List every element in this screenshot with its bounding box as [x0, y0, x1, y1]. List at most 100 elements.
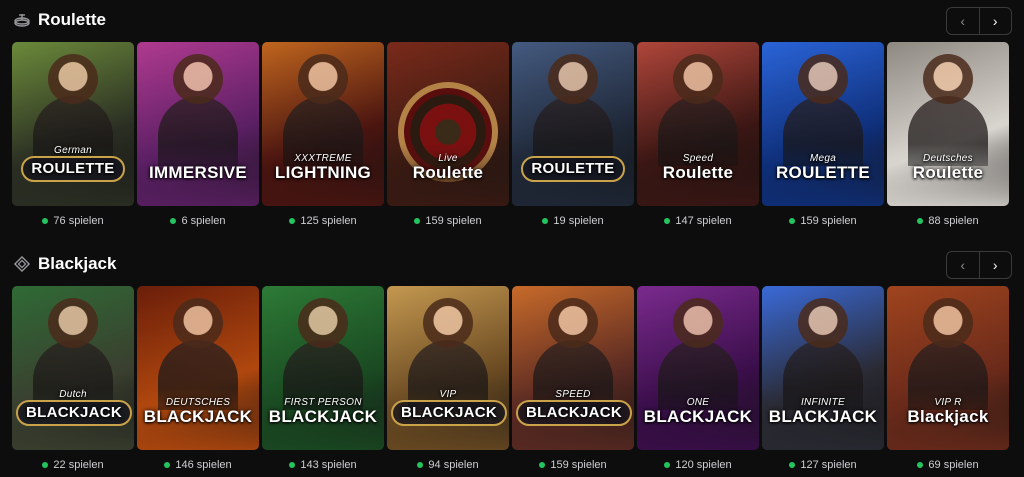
live-dot-icon: [414, 218, 421, 224]
live-dot-icon: [170, 218, 177, 224]
game-tile[interactable]: ONE BLACKJACK 120 spielen: [637, 286, 759, 472]
live-dot-icon: [289, 218, 296, 224]
player-count-label: 127 spielen: [800, 459, 857, 471]
game-logo: Dutch BLACKJACK: [16, 388, 133, 426]
game-thumbnail[interactable]: INFINITE BLACKJACK: [762, 286, 884, 450]
game-tile[interactable]: FIRST PERSON BLACKJACK 143 spielen: [262, 286, 384, 472]
section-title: Roulette: [38, 10, 106, 29]
game-tile[interactable]: XXXTREME LIGHTNING 125 spielen: [262, 42, 384, 228]
player-count-label: 6 spielen: [181, 215, 226, 227]
game-thumbnail[interactable]: IMMERSIVE: [137, 42, 259, 206]
player-count-label: 143 spielen: [300, 459, 357, 471]
game-logo-main: ROULETTE: [775, 163, 870, 183]
game-logo-sub: German: [54, 144, 92, 156]
game-thumbnail[interactable]: Speed Roulette: [637, 42, 759, 206]
dealer-avatar: [423, 298, 473, 348]
game-thumbnail[interactable]: ROULETTE: [512, 42, 634, 206]
dealer-avatar: [548, 298, 598, 348]
game-logo-main: LIGHTNING: [274, 163, 372, 183]
game-tile[interactable]: German ROULETTE 76 spielen: [12, 42, 134, 228]
game-tile[interactable]: IMMERSIVE 6 spielen: [137, 42, 259, 228]
live-dot-icon: [539, 462, 546, 468]
section-header: Roulette ‹ ›: [0, 0, 1024, 40]
game-thumbnail[interactable]: Mega ROULETTE: [762, 42, 884, 206]
player-count: 69 spielen: [887, 458, 1009, 472]
game-logo-main: ROULETTE: [21, 156, 125, 182]
player-count-label: 94 spielen: [428, 459, 479, 471]
player-count-label: 76 spielen: [53, 215, 104, 227]
dealer-avatar: [173, 298, 223, 348]
next-button[interactable]: ›: [978, 252, 1012, 278]
live-dot-icon: [664, 218, 671, 224]
game-tile[interactable]: Live Roulette 159 spielen: [387, 42, 509, 228]
live-dot-icon: [42, 218, 49, 224]
game-logo-main: BLACKJACK: [16, 400, 133, 426]
dealer-avatar: [923, 54, 973, 104]
game-tile[interactable]: Deutsches Roulette 88 spielen: [887, 42, 1009, 228]
player-count-label: 147 spielen: [675, 215, 732, 227]
section-header: Blackjack ‹ ›: [0, 244, 1024, 284]
live-dot-icon: [789, 218, 796, 224]
game-logo-sub: SPEED: [555, 388, 591, 400]
game-tile[interactable]: Dutch BLACKJACK 22 spielen: [12, 286, 134, 472]
game-thumbnail[interactable]: DEUTSCHES BLACKJACK: [137, 286, 259, 450]
game-tile[interactable]: VIP BLACKJACK 94 spielen: [387, 286, 509, 472]
game-logo: FIRST PERSON BLACKJACK: [266, 397, 380, 426]
game-thumbnail[interactable]: Live Roulette: [387, 42, 509, 206]
live-dot-icon: [42, 462, 49, 468]
dealer-avatar: [798, 298, 848, 348]
game-logo-main: BLACKJACK: [768, 407, 878, 427]
prev-button[interactable]: ‹: [947, 252, 979, 278]
live-dot-icon: [417, 462, 424, 468]
game-thumbnail[interactable]: VIP BLACKJACK: [387, 286, 509, 450]
game-logo: Deutsches Roulette: [891, 153, 1005, 182]
game-logo: XXXTREME LIGHTNING: [266, 153, 380, 183]
game-tile[interactable]: INFINITE BLACKJACK 127 spielen: [762, 286, 884, 472]
game-logo-main: Roulette: [662, 163, 734, 183]
player-count-label: 159 spielen: [425, 215, 482, 227]
game-thumbnail[interactable]: Deutsches Roulette: [887, 42, 1009, 206]
game-tile[interactable]: Speed Roulette 147 spielen: [637, 42, 759, 228]
player-count-label: 146 spielen: [175, 459, 232, 471]
game-logo-main: BLACKJACK: [643, 407, 753, 427]
game-thumbnail[interactable]: VIP R Blackjack: [887, 286, 1009, 450]
game-tile[interactable]: VIP R Blackjack 69 spielen: [887, 286, 1009, 472]
game-thumbnail[interactable]: XXXTREME LIGHTNING: [262, 42, 384, 206]
game-logo: Live Roulette: [391, 153, 505, 183]
dealer-avatar: [673, 54, 723, 104]
player-count-label: 125 spielen: [300, 215, 357, 227]
game-tile[interactable]: SPEED BLACKJACK 159 spielen: [512, 286, 634, 472]
player-count: 19 spielen: [512, 214, 634, 228]
live-dot-icon: [917, 462, 924, 468]
game-thumbnail[interactable]: ONE BLACKJACK: [637, 286, 759, 450]
game-thumbnail[interactable]: German ROULETTE: [12, 42, 134, 206]
game-logo: SPEED BLACKJACK: [516, 388, 633, 426]
player-count-label: 120 spielen: [675, 459, 732, 471]
player-count-label: 69 spielen: [928, 459, 979, 471]
game-thumbnail[interactable]: Dutch BLACKJACK: [12, 286, 134, 450]
section-title: Blackjack: [38, 254, 117, 273]
player-count: 120 spielen: [637, 458, 759, 472]
game-logo: Speed Roulette: [641, 153, 755, 183]
player-count: 6 spielen: [137, 214, 259, 228]
game-logo-sub: Dutch: [59, 388, 87, 400]
game-logo-main: Roulette: [412, 163, 484, 183]
player-count: 147 spielen: [637, 214, 759, 228]
player-count: 159 spielen: [512, 458, 634, 472]
game-logo-main: BLACKJACK: [516, 400, 633, 426]
live-dot-icon: [164, 462, 171, 468]
game-tile[interactable]: DEUTSCHES BLACKJACK 146 spielen: [137, 286, 259, 472]
player-count: 88 spielen: [887, 214, 1009, 228]
game-logo-main: IMMERSIVE: [148, 163, 248, 183]
dealer-avatar: [173, 54, 223, 104]
game-logo: IMMERSIVE: [141, 164, 255, 182]
game-tile[interactable]: Mega ROULETTE 159 spielen: [762, 42, 884, 228]
game-logo: ROULETTE: [516, 156, 630, 182]
diamond-cards-icon: [13, 255, 31, 273]
next-button[interactable]: ›: [978, 8, 1012, 34]
player-count: 146 spielen: [137, 458, 259, 472]
game-thumbnail[interactable]: SPEED BLACKJACK: [512, 286, 634, 450]
game-tile[interactable]: ROULETTE 19 spielen: [512, 42, 634, 228]
prev-button[interactable]: ‹: [947, 8, 979, 34]
game-thumbnail[interactable]: FIRST PERSON BLACKJACK: [262, 286, 384, 450]
